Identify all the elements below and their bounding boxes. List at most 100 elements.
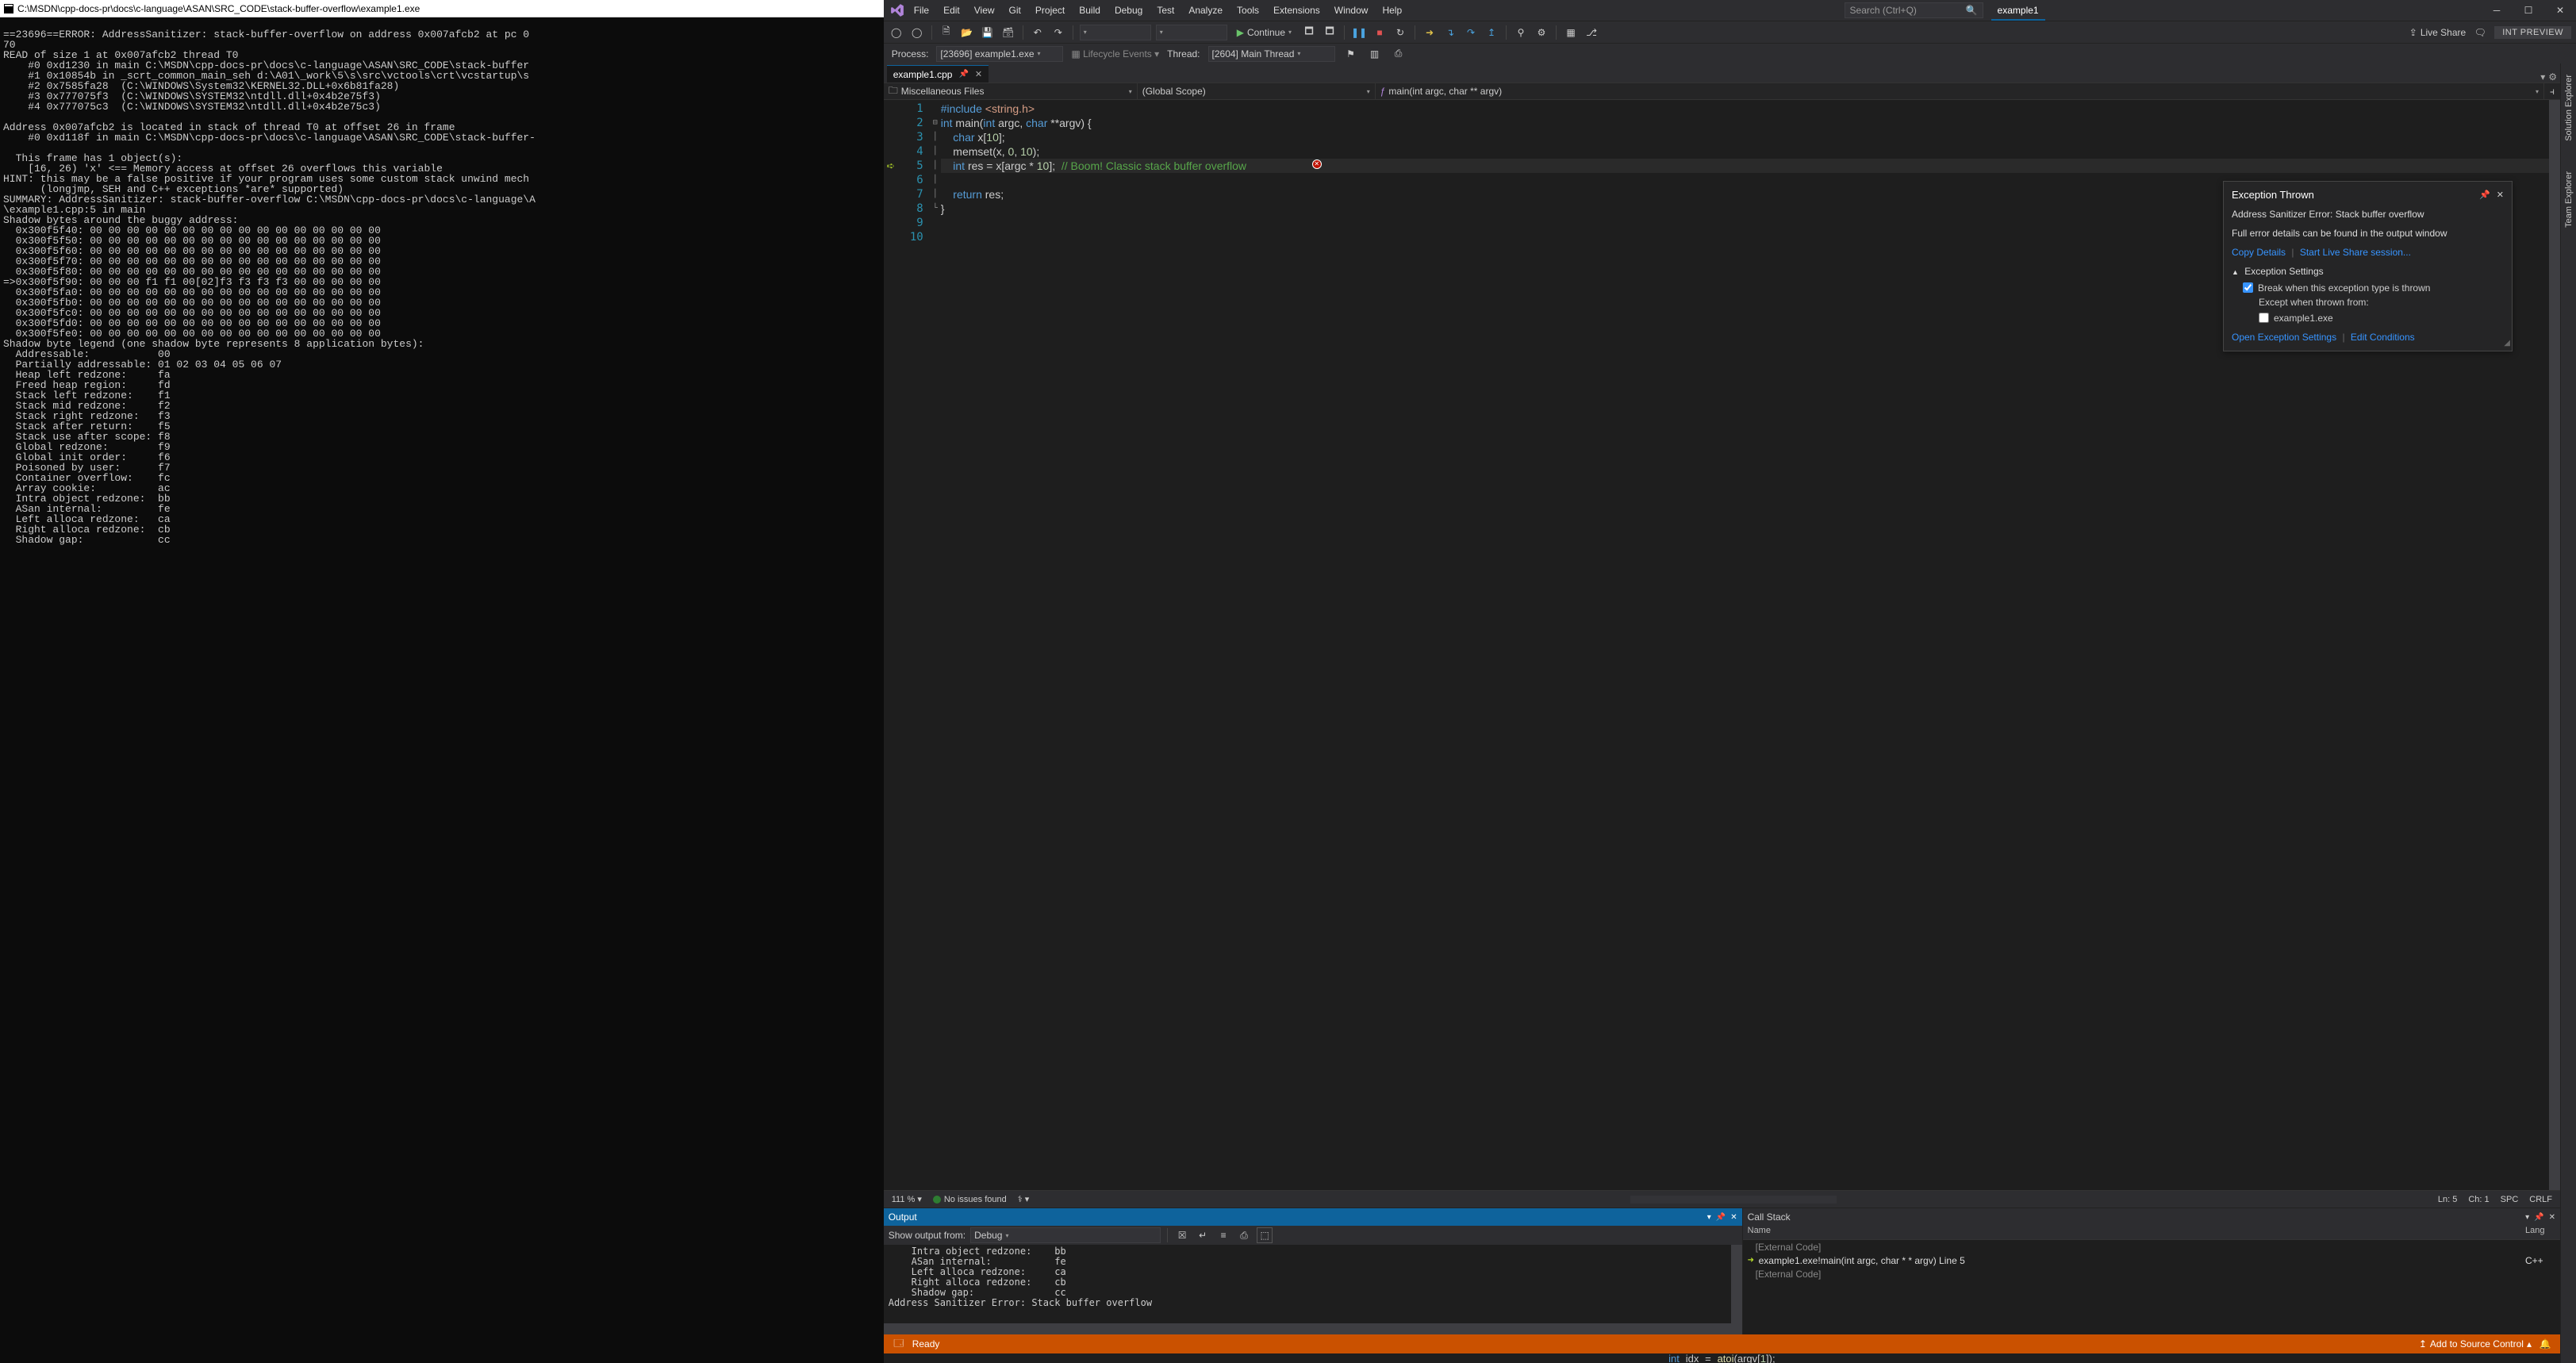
redo-button[interactable]: ↷ <box>1050 25 1066 40</box>
callstack-panel-header[interactable]: Call Stack ▾ 📌 ✕ <box>1743 1208 2560 1226</box>
nav-split-button[interactable]: ⫞ <box>2544 83 2560 99</box>
nav-project-combo[interactable]: 🗀 Miscellaneous Files ▾ <box>884 83 1138 99</box>
nav-fwd-button[interactable]: ◯ <box>909 25 925 40</box>
debug-target-button[interactable]: 🗖 <box>1322 25 1338 40</box>
output-panel-header[interactable]: Output ▾ 📌 ✕ <box>884 1208 1742 1226</box>
edit-conditions-link[interactable]: Edit Conditions <box>2351 332 2415 343</box>
menu-help[interactable]: Help <box>1376 2 1408 19</box>
new-item-button[interactable]: 🗎 <box>939 25 954 40</box>
thread-combo[interactable]: [2604] Main Thread ▾ <box>1208 46 1335 62</box>
except-item-input[interactable] <box>2259 313 2269 323</box>
stop-debug-button[interactable]: ■ <box>1372 25 1388 40</box>
menu-view[interactable]: View <box>968 2 1001 19</box>
output-clear-button[interactable]: ☒ <box>1174 1227 1190 1243</box>
process-combo[interactable]: [23696] example1.exe ▾ <box>936 46 1063 62</box>
panel-close-button[interactable]: ✕ <box>1730 1213 1737 1222</box>
solution-explorer-tab[interactable]: Solution Explorer <box>2564 71 2574 144</box>
panel-dropdown-button[interactable]: ▾ <box>2525 1213 2529 1222</box>
indent-mode[interactable]: SPC <box>2501 1195 2519 1204</box>
lifecycle-events-button[interactable]: ▦ Lifecycle Events ▾ <box>1071 48 1159 60</box>
tab-settings-button[interactable]: ⚙ <box>2548 71 2557 83</box>
editor-tab-active[interactable]: example1.cpp 📌 ✕ <box>887 65 989 83</box>
panel-dropdown-button[interactable]: ▾ <box>1707 1213 1711 1222</box>
menu-window[interactable]: Window <box>1328 2 1375 19</box>
stack-frame-button[interactable]: ▥ <box>1367 46 1383 62</box>
panel-pin-button[interactable]: 📌 <box>2534 1213 2543 1222</box>
add-source-control-button[interactable]: ↥ Add to Source Control ▴ <box>2419 1338 2532 1350</box>
nav-scope-combo[interactable]: (Global Scope) ▾ <box>1138 83 1376 99</box>
break-checkbox-input[interactable] <box>2243 282 2253 293</box>
editor-horizontal-scrollbar[interactable] <box>1630 1196 1837 1204</box>
debug-tool-b-button[interactable]: ⚙ <box>1534 25 1549 40</box>
callstack-row-external[interactable]: [External Code] <box>1743 1240 2560 1254</box>
save-button[interactable]: 💾 <box>980 25 996 40</box>
show-next-stmt-button[interactable]: ➜ <box>1422 25 1438 40</box>
break-all-button[interactable]: ❚❚ <box>1351 25 1367 40</box>
undo-button[interactable]: ↶ <box>1030 25 1046 40</box>
live-share-button[interactable]: ⇪ Live Share <box>2409 27 2466 38</box>
error-glyph-icon[interactable]: ✕ <box>1312 159 1322 169</box>
menu-file[interactable]: File <box>908 2 935 19</box>
menu-project[interactable]: Project <box>1029 2 1071 19</box>
exception-pin-button[interactable]: 📌 <box>2479 188 2490 202</box>
output-tool-c-button[interactable]: ⬚ <box>1257 1227 1273 1243</box>
menu-tools[interactable]: Tools <box>1230 2 1265 19</box>
menu-debug[interactable]: Debug <box>1108 2 1149 19</box>
console-titlebar[interactable]: C:\MSDN\cpp-docs-pr\docs\c-language\ASAN… <box>0 0 884 17</box>
int-preview-badge[interactable]: INT PREVIEW <box>2494 26 2571 39</box>
output-vertical-scrollbar[interactable] <box>1731 1245 1742 1323</box>
pin-icon[interactable]: 📌 <box>958 70 968 79</box>
exception-settings-header[interactable]: ▲ Exception Settings <box>2232 264 2504 279</box>
window-minimize-button[interactable]: ─ <box>2481 0 2513 21</box>
thread-flag-button[interactable]: ⚑ <box>1343 46 1359 62</box>
menu-build[interactable]: Build <box>1073 2 1107 19</box>
vs-logo-icon[interactable] <box>887 0 908 21</box>
debug-tool-d-button[interactable]: ⎇ <box>1584 25 1599 40</box>
notifications-icon[interactable]: 🔔 <box>2540 1338 2551 1350</box>
window-close-button[interactable]: ✕ <box>2544 0 2576 21</box>
output-text[interactable]: Intra object redzone: bb ASan internal: … <box>884 1245 1731 1323</box>
panel-close-button[interactable]: ✕ <box>2549 1213 2555 1222</box>
copy-details-link[interactable]: Copy Details <box>2232 247 2286 258</box>
col-lang[interactable]: Lang <box>2525 1226 2560 1239</box>
team-explorer-tab[interactable]: Team Explorer <box>2564 168 2574 231</box>
code-surface[interactable]: #include <string.h> int main(int argc, c… <box>941 100 2549 1190</box>
solution-platform-combo[interactable]: ▾ <box>1156 25 1227 40</box>
restart-debug-button[interactable]: ↻ <box>1392 25 1408 40</box>
solution-config-combo[interactable]: ▾ <box>1080 25 1151 40</box>
open-exception-settings-link[interactable]: Open Exception Settings <box>2232 332 2336 343</box>
callstack-row-external[interactable]: [External Code] <box>1743 1267 2560 1280</box>
code-editor[interactable]: ➪ 12345678910 ⊟│││││└ #include <string.h… <box>884 100 2560 1190</box>
quick-search-input[interactable]: Search (Ctrl+Q) 🔍 <box>1845 2 1983 18</box>
nav-function-combo[interactable]: ƒ main(int argc, char ** argv) ▾ <box>1376 83 2544 99</box>
breakpoint-margin[interactable]: ➪ <box>884 100 903 1190</box>
break-when-thrown-checkbox[interactable]: Break when this exception type is thrown <box>2243 281 2504 295</box>
debug-tool-a-button[interactable]: ⚲ <box>1513 25 1529 40</box>
debug-tool-c-button[interactable]: ▦ <box>1563 25 1579 40</box>
close-icon[interactable]: ✕ <box>975 69 982 79</box>
resize-grip-icon[interactable]: ◢ <box>2504 336 2510 351</box>
outlining-margin[interactable]: ⊟│││││└ <box>930 100 941 1190</box>
exception-close-button[interactable]: ✕ <box>2497 188 2504 202</box>
proc-tool-button[interactable]: ⎙ <box>1391 46 1407 62</box>
menu-edit[interactable]: Edit <box>937 2 966 19</box>
callstack-columns[interactable]: Name Lang <box>1743 1226 2560 1240</box>
solution-title-tab[interactable]: example1 <box>1991 0 2045 21</box>
console-output[interactable]: ==23696==ERROR: AddressSanitizer: stack-… <box>0 17 884 1363</box>
menu-git[interactable]: Git <box>1003 2 1027 19</box>
continue-button[interactable]: ▶ Continue ▾ <box>1232 27 1296 38</box>
step-over-button[interactable]: ↷ <box>1463 25 1479 40</box>
output-source-combo[interactable]: Debug ▾ <box>970 1227 1161 1243</box>
feedback-button[interactable]: 🗨 <box>2472 25 2488 40</box>
except-item-checkbox[interactable]: example1.exe <box>2259 311 2504 325</box>
menu-extensions[interactable]: Extensions <box>1267 2 1326 19</box>
health-indicator-button[interactable]: ⚕ ▾ <box>1018 1194 1030 1204</box>
line-endings[interactable]: CRLF <box>2529 1195 2552 1204</box>
callstack-rows[interactable]: [External Code] ➜ example1.exe!main(int … <box>1743 1240 2560 1334</box>
window-maximize-button[interactable]: ☐ <box>2513 0 2544 21</box>
panel-pin-button[interactable]: 📌 <box>1716 1213 1726 1222</box>
tab-overflow-button[interactable]: ▾ <box>2540 71 2545 83</box>
hot-reload-button[interactable]: 🗖 <box>1301 25 1317 40</box>
step-into-button[interactable]: ↴ <box>1442 25 1458 40</box>
output-tool-b-button[interactable]: ⎙ <box>1236 1227 1252 1243</box>
